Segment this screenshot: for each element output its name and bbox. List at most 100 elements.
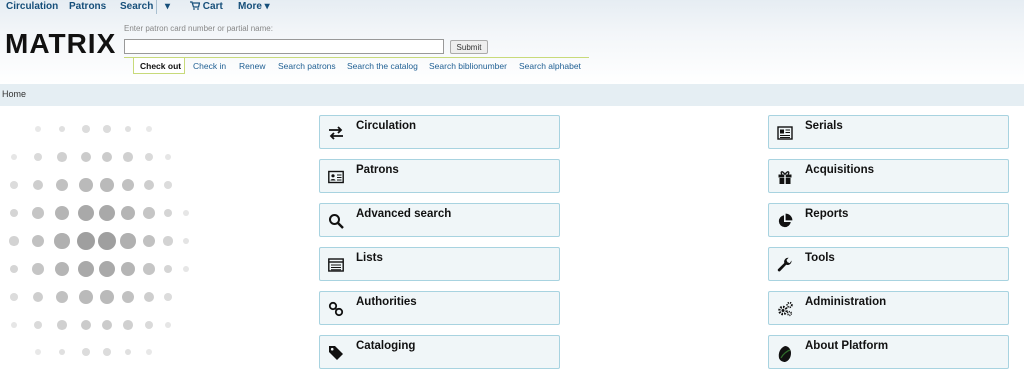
menu-label: Serials (805, 120, 843, 132)
decorative-dot (182, 237, 190, 245)
tab-search-catalog[interactable]: Search the catalog (347, 58, 418, 74)
nav-more[interactable]: More ▾ (238, 1, 270, 12)
breadcrumb: Home (0, 84, 1024, 106)
menu-reports[interactable]: Reports (768, 203, 1009, 237)
logo[interactable]: MATRIX (5, 28, 116, 60)
decorative-dot (120, 233, 136, 249)
decorative-dot (143, 207, 155, 219)
menu-authorities[interactable]: Authorities (319, 291, 560, 325)
decorative-dot (9, 236, 19, 246)
decorative-dot (101, 151, 113, 163)
decorative-dot (32, 207, 44, 219)
link-icon (328, 301, 344, 317)
nav-patrons[interactable]: Patrons (69, 1, 106, 12)
menu-cataloging[interactable]: Cataloging (319, 335, 560, 369)
nav-circulation[interactable]: Circulation (6, 1, 58, 12)
menu-tools[interactable]: Tools (768, 247, 1009, 281)
decorative-dot (82, 125, 90, 133)
id-card-icon (328, 169, 344, 185)
decorative-dot (123, 152, 133, 162)
menu-label: Cataloging (356, 340, 416, 352)
menu-circulation[interactable]: Circulation (319, 115, 560, 149)
decorative-dot (121, 290, 135, 304)
menu-label: Circulation (356, 120, 417, 132)
decorative-dot (33, 320, 43, 330)
menu-patrons[interactable]: Patrons (319, 159, 560, 193)
decorative-dot (32, 291, 44, 303)
menu-acquisitions[interactable]: Acquisitions (768, 159, 1009, 193)
decorative-dot (123, 320, 133, 330)
decorative-dot (77, 260, 95, 278)
decorative-dot (165, 154, 171, 160)
tab-search-alphabet[interactable]: Search alphabet (519, 58, 581, 74)
decorative-dot (54, 205, 70, 221)
decorative-dot (124, 125, 132, 133)
menu-label: Administration (805, 296, 887, 308)
decorative-dot (143, 179, 155, 191)
decorative-dot (142, 234, 156, 248)
decorative-dot (143, 291, 155, 303)
menu-label: Tools (805, 252, 835, 264)
menu-label: Advanced search (356, 208, 452, 220)
menu-advanced-search[interactable]: Advanced search (319, 203, 560, 237)
menu-label: Acquisitions (805, 164, 875, 176)
decorative-dot (32, 179, 44, 191)
tab-search-biblionumber[interactable]: Search biblionumber (429, 58, 507, 74)
patron-search-input[interactable] (124, 39, 444, 54)
tab-check-in[interactable]: Check in (193, 58, 226, 74)
decorative-dot (11, 322, 17, 328)
nav-cart[interactable]: Cart (190, 1, 223, 12)
decorative-dot (54, 261, 70, 277)
decorative-dot (100, 178, 114, 192)
tab-search-patrons[interactable]: Search patrons (278, 58, 336, 74)
decorative-dot (101, 319, 113, 331)
decorative-dot (76, 231, 96, 251)
decorative-dot (164, 293, 172, 301)
decorative-dot (9, 208, 19, 218)
decorative-dot (144, 320, 154, 330)
breadcrumb-home[interactable]: Home (2, 89, 26, 99)
menu-about-platform[interactable]: About Platform (768, 335, 1009, 369)
decorative-dot (54, 233, 70, 249)
newspaper-icon (777, 125, 793, 141)
decorative-dot (80, 151, 92, 163)
decorative-dot (143, 263, 155, 275)
wrench-icon (777, 257, 793, 273)
decorative-dot (11, 154, 17, 160)
decorative-dot (120, 261, 136, 277)
decorative-dot (79, 178, 93, 192)
decorative-dot (10, 293, 18, 301)
decorative-dot (144, 152, 154, 162)
menu-serials[interactable]: Serials (768, 115, 1009, 149)
decorative-dot (55, 290, 69, 304)
decorative-dot (124, 348, 132, 356)
decorative-dot (121, 178, 135, 192)
decorative-dot (183, 210, 189, 216)
tab-check-out[interactable]: Check out (133, 58, 185, 74)
decorative-dot (103, 348, 111, 356)
submit-button[interactable]: Submit (450, 40, 488, 54)
tag-icon (328, 345, 344, 361)
decorative-dot (35, 126, 41, 132)
swap-arrows-icon (328, 125, 344, 141)
decorative-dot (57, 320, 67, 330)
decorative-dot (35, 349, 41, 355)
cart-icon (190, 1, 201, 10)
magnifier-icon (328, 213, 344, 229)
menu-administration[interactable]: Administration (768, 291, 1009, 325)
decorative-dot (97, 231, 117, 251)
decorative-dot (100, 290, 114, 304)
decorative-dot (165, 322, 171, 328)
menu-label: Patrons (356, 164, 399, 176)
tab-renew[interactable]: Renew (239, 58, 265, 74)
nav-search[interactable]: Search (120, 1, 153, 12)
decorative-dot (32, 263, 44, 275)
menu-label: About Platform (805, 340, 889, 352)
decorative-dot (77, 204, 95, 222)
menu-lists[interactable]: Lists (319, 247, 560, 281)
nav-search-dropdown[interactable]: ▾ (165, 1, 170, 12)
nav-separator (156, 0, 157, 14)
decorative-dot (79, 290, 93, 304)
gears-icon (777, 301, 793, 317)
decorative-dot (55, 178, 69, 192)
